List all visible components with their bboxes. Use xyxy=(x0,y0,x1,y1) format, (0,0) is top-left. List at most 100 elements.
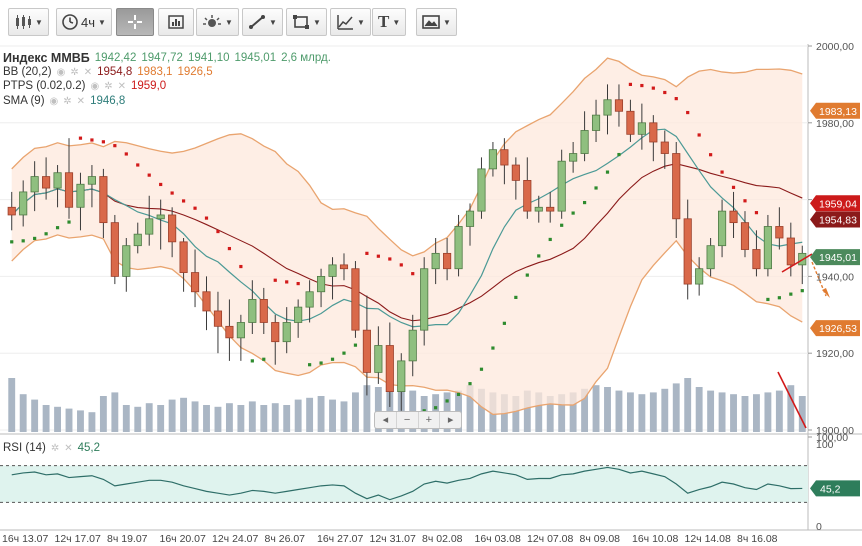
candle-body xyxy=(454,226,463,270)
parabolic-sar-point xyxy=(262,357,266,361)
candle-body xyxy=(156,214,165,220)
ohlc-open: 1942,42 xyxy=(94,52,137,64)
volume-text: 2,6 млрд. xyxy=(281,52,331,64)
candle-body xyxy=(408,329,417,362)
parabolic-sar-point xyxy=(594,186,598,190)
parabolic-sar-point xyxy=(754,211,759,215)
parabolic-sar-point xyxy=(10,240,14,244)
candle-body xyxy=(168,214,177,243)
x-tick-label: 16ч 27.07 xyxy=(317,533,364,545)
candle-body xyxy=(64,172,74,208)
volume-bar xyxy=(604,387,611,432)
volume-bar xyxy=(88,412,96,432)
parabolic-sar-point xyxy=(204,216,209,220)
gear-icon[interactable]: ✲ xyxy=(70,67,78,78)
parabolic-sar-point xyxy=(743,199,747,203)
gear-icon[interactable]: ✲ xyxy=(51,443,59,454)
volume-bar xyxy=(134,406,142,432)
candle-body xyxy=(523,179,532,212)
eye-icon[interactable]: ◉ xyxy=(90,81,99,92)
candle-body xyxy=(87,176,96,185)
parabolic-sar-point xyxy=(571,211,575,215)
parabolic-sar-point xyxy=(147,173,151,177)
volume-bar xyxy=(352,392,359,432)
close-icon[interactable]: ✕ xyxy=(118,81,126,92)
candle-body xyxy=(477,168,486,212)
candle-body xyxy=(110,222,119,277)
candle-body xyxy=(328,264,337,277)
parabolic-sar-point xyxy=(651,86,655,90)
parabolic-sar-point xyxy=(353,343,358,347)
volume-bar xyxy=(306,397,314,432)
parabolic-sar-point xyxy=(216,229,220,234)
gear-icon[interactable]: ✲ xyxy=(63,96,71,107)
candle-body xyxy=(546,206,555,212)
zoom-out-button[interactable]: − xyxy=(397,412,419,428)
parabolic-sar-point xyxy=(227,246,232,251)
scroll-right-button[interactable]: ▸ xyxy=(440,412,461,428)
x-tick-label: 8ч 16.08 xyxy=(737,533,778,545)
eye-icon[interactable]: ◉ xyxy=(57,67,66,78)
parabolic-sar-point xyxy=(617,152,621,157)
parabolic-sar-point xyxy=(720,170,724,174)
parabolic-sar-point xyxy=(170,191,174,195)
gear-icon[interactable]: ✲ xyxy=(104,81,112,92)
parabolic-sar-point xyxy=(285,280,289,284)
volume-bar xyxy=(145,403,153,432)
candle-body xyxy=(534,206,543,212)
volume-bar xyxy=(775,390,783,432)
parabolic-sar-point xyxy=(663,90,667,95)
close-icon[interactable]: ✕ xyxy=(84,67,92,78)
parabolic-sar-point xyxy=(537,254,541,258)
eye-icon[interactable]: ◉ xyxy=(50,96,59,107)
parabolic-sar-point xyxy=(296,281,300,286)
volume-bar xyxy=(42,405,50,432)
y-tick-label: 1940,00 xyxy=(816,271,854,283)
parabolic-sar-point xyxy=(605,170,610,174)
rsi-name: RSI (14) xyxy=(3,442,46,454)
parabolic-sar-point xyxy=(640,83,644,88)
x-tick-label: 16ч 13.07 xyxy=(2,533,49,545)
parabolic-sar-point xyxy=(376,254,380,258)
candle-body xyxy=(282,322,291,343)
volume-bar xyxy=(180,397,188,432)
scroll-left-button[interactable]: ◂ xyxy=(375,412,397,428)
volume-bar xyxy=(730,394,737,432)
rsi-band-fill xyxy=(0,465,808,503)
close-icon[interactable]: ✕ xyxy=(77,96,85,107)
candle-body xyxy=(362,329,371,373)
parabolic-sar-point xyxy=(308,363,312,367)
candle-body xyxy=(30,176,39,193)
candle-body xyxy=(660,141,669,154)
y-tick-label: 1920,00 xyxy=(816,348,854,360)
legend-instrument: Индекс ММВБ 1942,42 1947,72 1941,10 1945… xyxy=(3,51,331,65)
zoom-in-button[interactable]: + xyxy=(419,412,441,428)
parabolic-sar-point xyxy=(67,220,71,224)
candle-body xyxy=(42,176,51,189)
candle-body xyxy=(351,268,360,331)
close-icon[interactable]: ✕ xyxy=(64,443,72,454)
rsi-tick-label: 100 xyxy=(816,439,834,451)
x-tick-label: 8ч 09.08 xyxy=(580,533,621,545)
volume-bar xyxy=(65,408,73,432)
price-badge-label: 1954,83 xyxy=(819,214,857,226)
parabolic-sar-point xyxy=(21,239,25,243)
candle-body xyxy=(76,183,85,208)
candle-body xyxy=(374,345,383,373)
candle-body xyxy=(179,241,188,273)
parabolic-sar-point xyxy=(582,200,587,205)
legend-ptps: PTPS (0.02,0.2) ◉ ✲ ✕ 1959,0 xyxy=(3,80,166,92)
volume-bar xyxy=(203,405,210,432)
parabolic-sar-point xyxy=(525,273,529,277)
candle-body xyxy=(465,210,475,227)
candle-body xyxy=(213,310,223,327)
x-tick-label: 8ч 26.07 xyxy=(265,533,306,545)
candle-body xyxy=(19,191,28,216)
volume-bar xyxy=(19,394,27,432)
candle-body xyxy=(683,218,692,285)
parabolic-sar-point xyxy=(136,163,140,167)
volume-bar xyxy=(294,399,302,432)
candle-body xyxy=(385,345,394,392)
parabolic-sar-point xyxy=(113,144,117,148)
candle-body xyxy=(294,306,303,323)
